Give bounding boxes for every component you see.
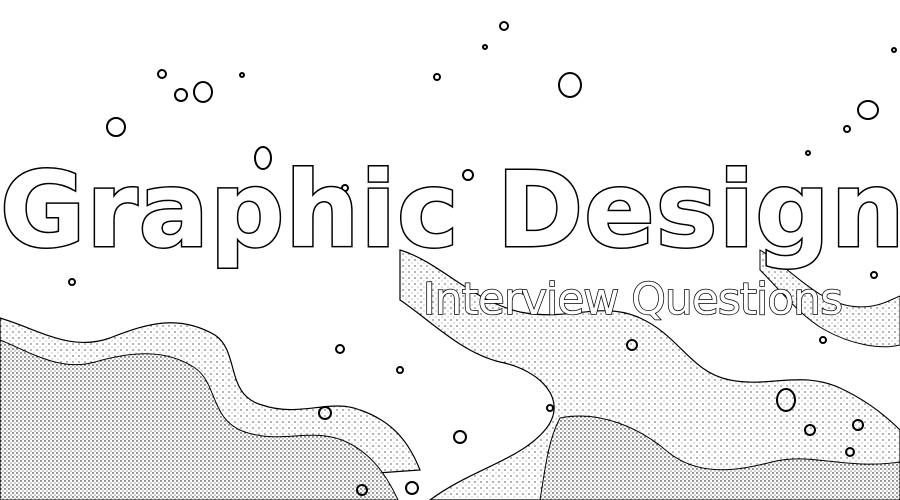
banner-title: Graphic Design <box>0 149 900 272</box>
banner-canvas: Graphic Design Interview Questions <box>0 0 900 500</box>
banner-subtitle: Interview Questions <box>422 273 844 326</box>
